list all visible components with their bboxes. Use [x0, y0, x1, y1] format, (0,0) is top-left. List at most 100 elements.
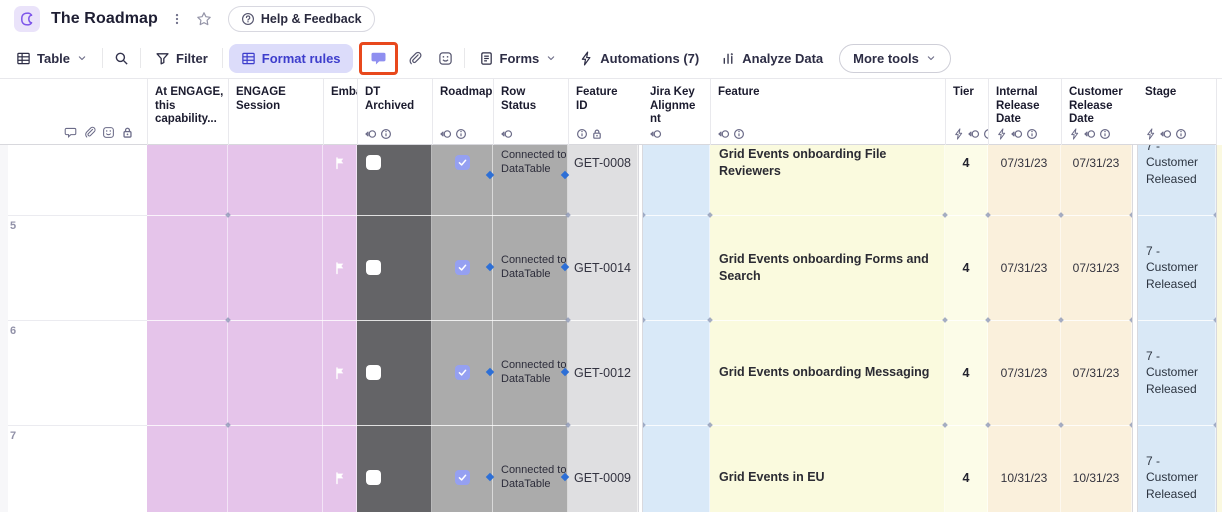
- sync-icon: [1084, 128, 1096, 140]
- search-button[interactable]: [109, 46, 134, 71]
- cell-feature-id[interactable]: GET-0009: [568, 425, 638, 512]
- cell-roadmap[interactable]: [432, 215, 493, 320]
- help-feedback-button[interactable]: Help & Feedback: [228, 6, 375, 32]
- column-header-emba[interactable]: Emba: [323, 79, 357, 145]
- cell-feature[interactable]: Grid Events onboarding Forms and Search: [710, 215, 945, 320]
- cell-feature[interactable]: Grid Events onboarding Messaging: [710, 320, 945, 425]
- cell-stage[interactable]: 7 - Customer Released: [1138, 320, 1216, 425]
- info-icon: [1099, 128, 1111, 140]
- column-header-dt-archived[interactable]: DT Archived: [357, 79, 432, 145]
- cell-internal-date[interactable]: 07/31/23: [988, 320, 1061, 425]
- cell-feature[interactable]: Grid Events in EU: [710, 425, 945, 512]
- column-label: Stage: [1145, 86, 1216, 100]
- app-window: Connected to DataTable GET-0008 Grid Eve…: [0, 0, 1222, 512]
- cell-stage[interactable]: 7 - Customer Released: [1138, 215, 1216, 320]
- cell-dt-archived[interactable]: [357, 425, 432, 512]
- cell-stage[interactable]: 7 - Customer Released: [1138, 425, 1216, 512]
- column-header-feature[interactable]: Feature: [710, 79, 945, 145]
- cell-engage-session[interactable]: [228, 425, 323, 512]
- column-header-stage[interactable]: Stage: [1138, 79, 1216, 145]
- checkbox-checked[interactable]: [455, 260, 470, 275]
- header-edge: [1216, 79, 1222, 145]
- checkbox-unchecked[interactable]: [366, 365, 381, 380]
- checkbox-unchecked[interactable]: [366, 470, 381, 485]
- cell-customer-date[interactable]: 07/31/23: [1061, 215, 1132, 320]
- column-header-customer-release-date[interactable]: Customer Release Date: [1061, 79, 1132, 145]
- comment-icon[interactable]: [64, 126, 77, 139]
- filter-button[interactable]: Filter: [147, 45, 216, 72]
- customer-date-value: 10/31/23: [1061, 471, 1131, 485]
- column-header-row-status[interactable]: Row Status: [493, 79, 568, 145]
- cell-row-status[interactable]: Connected to DataTable: [493, 320, 568, 425]
- cell-dt-archived[interactable]: [357, 320, 432, 425]
- emoji-button[interactable]: [433, 46, 458, 71]
- checkbox-checked[interactable]: [455, 155, 470, 170]
- column-header-engage-session[interactable]: ENGAGE Session: [228, 79, 323, 145]
- checkbox-unchecked[interactable]: [366, 260, 381, 275]
- cell-customer-date[interactable]: 10/31/23: [1061, 425, 1132, 512]
- cell-feature-id[interactable]: GET-0014: [568, 215, 638, 320]
- checkbox-checked[interactable]: [455, 470, 470, 485]
- cell-feature-id[interactable]: GET-0012: [568, 320, 638, 425]
- row-status-value: Connected to DataTable: [493, 254, 567, 282]
- cell-internal-date[interactable]: 07/31/23: [988, 215, 1061, 320]
- cell-emba[interactable]: [323, 425, 357, 512]
- feature-value: Grid Events onboarding Forms and Search: [710, 251, 944, 284]
- row-status-value: Connected to DataTable: [493, 149, 567, 177]
- cell-jira-key[interactable]: [643, 215, 710, 320]
- cell-emba[interactable]: [323, 215, 357, 320]
- format-rules-button[interactable]: Format rules: [229, 44, 353, 73]
- cell-at-engage[interactable]: [147, 425, 228, 512]
- column-header-roadmap[interactable]: Roadmap: [432, 79, 493, 145]
- kebab-icon: [170, 12, 184, 26]
- column-label: At ENGAGE, this capability...: [155, 86, 228, 127]
- emoji-icon[interactable]: [102, 126, 115, 139]
- checkbox-unchecked[interactable]: [366, 155, 381, 170]
- column-header-tier[interactable]: Tier: [945, 79, 988, 145]
- comment-button[interactable]: [368, 48, 389, 69]
- attachment-button[interactable]: [402, 46, 427, 71]
- emoji-icon: [438, 51, 453, 66]
- cell-engage-session[interactable]: [228, 215, 323, 320]
- forms-label: Forms: [500, 51, 540, 66]
- column-header-feature-id[interactable]: Feature ID: [568, 79, 638, 145]
- doc-menu-button[interactable]: [170, 12, 184, 26]
- row-number[interactable]: 6: [10, 325, 16, 337]
- cell-roadmap[interactable]: [432, 320, 493, 425]
- cell-at-engage[interactable]: [147, 215, 228, 320]
- cell-row-status[interactable]: Connected to DataTable: [493, 215, 568, 320]
- row-number[interactable]: 7: [10, 430, 16, 442]
- cell-tier[interactable]: 4: [945, 425, 988, 512]
- cell-tier[interactable]: 4: [945, 215, 988, 320]
- lock-icon: [591, 128, 603, 140]
- column-header-internal-release-date[interactable]: Internal Release Date: [988, 79, 1061, 145]
- format-rules-label: Format rules: [262, 51, 341, 66]
- cell-jira-key[interactable]: [643, 320, 710, 425]
- cell-roadmap[interactable]: [432, 425, 493, 512]
- table-view-button[interactable]: Table: [8, 45, 96, 72]
- cell-tier[interactable]: 4: [945, 320, 988, 425]
- automations-button[interactable]: Automations (7): [571, 45, 707, 72]
- analyze-data-button[interactable]: Analyze Data: [713, 45, 831, 72]
- cell-jira-key[interactable]: [643, 425, 710, 512]
- column-header-at-engage[interactable]: At ENGAGE, this capability...: [147, 79, 228, 145]
- more-tools-button[interactable]: More tools: [839, 44, 951, 73]
- cell-engage-session[interactable]: [228, 320, 323, 425]
- checkbox-checked[interactable]: [455, 365, 470, 380]
- favorite-button[interactable]: [196, 11, 212, 27]
- tier-value: 4: [945, 366, 987, 380]
- row-number[interactable]: 5: [10, 220, 16, 232]
- column-header-jira-key[interactable]: Jira Key Alignment: [643, 79, 710, 145]
- title-bar: The Roadmap Help & Feedback: [0, 0, 1222, 38]
- cell-customer-date[interactable]: 07/31/23: [1061, 320, 1132, 425]
- cell-emba[interactable]: [323, 320, 357, 425]
- doc-logo-icon[interactable]: [14, 6, 40, 32]
- tier-value: 4: [945, 261, 987, 275]
- attachment-icon[interactable]: [83, 126, 96, 139]
- cell-at-engage[interactable]: [147, 320, 228, 425]
- forms-button[interactable]: Forms: [471, 45, 566, 72]
- cell-dt-archived[interactable]: [357, 215, 432, 320]
- cell-row-status[interactable]: Connected to DataTable: [493, 425, 568, 512]
- cell-internal-date[interactable]: 10/31/23: [988, 425, 1061, 512]
- table-row: 6 Connected to DataTable GET-0012 Grid E…: [0, 320, 1222, 425]
